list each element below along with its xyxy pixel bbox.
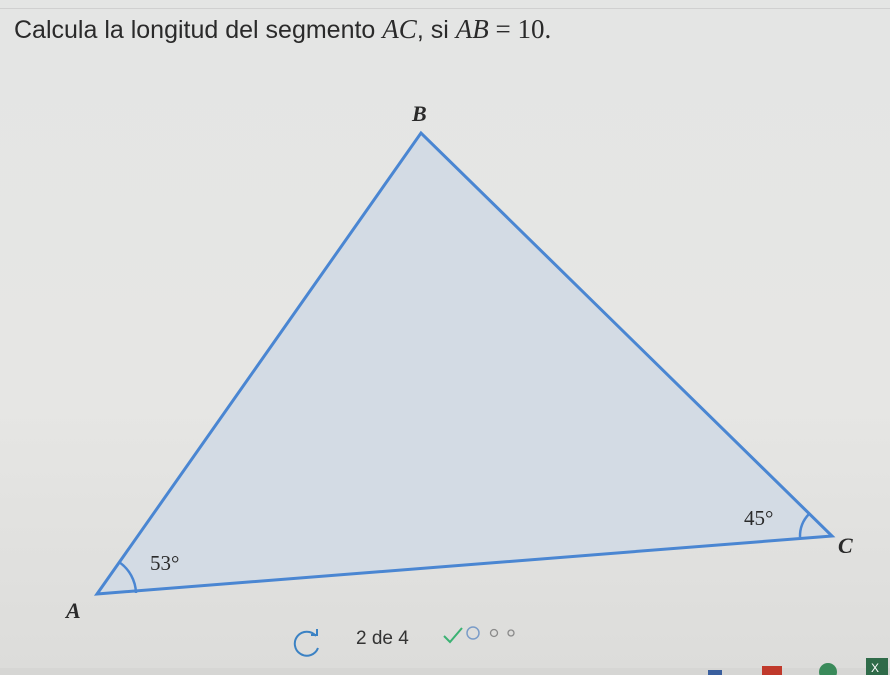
current-step-dot (466, 626, 480, 640)
taskbar-indicator-red (762, 666, 782, 675)
angle-label-a: 53° (150, 551, 179, 575)
vertex-label-a: A (64, 598, 81, 623)
triangle-figure: B A C 53° 45° (64, 101, 853, 623)
progress-counter: 2 de 4 (356, 628, 409, 649)
triangle-abc (93, 130, 836, 596)
step-dot (489, 628, 499, 638)
globe-icon[interactable] (819, 663, 837, 675)
step-dot (507, 629, 515, 637)
check-icon (443, 627, 463, 644)
vertex-label-c: C (838, 533, 853, 558)
taskbar: X (0, 658, 890, 675)
angle-label-c: 45° (744, 506, 773, 530)
progress-dots (443, 626, 515, 644)
taskbar-strip (0, 668, 890, 675)
excel-icon-label: X (871, 661, 879, 675)
vertex-label-b: B (411, 101, 427, 126)
taskbar-indicator-blue (708, 670, 722, 675)
